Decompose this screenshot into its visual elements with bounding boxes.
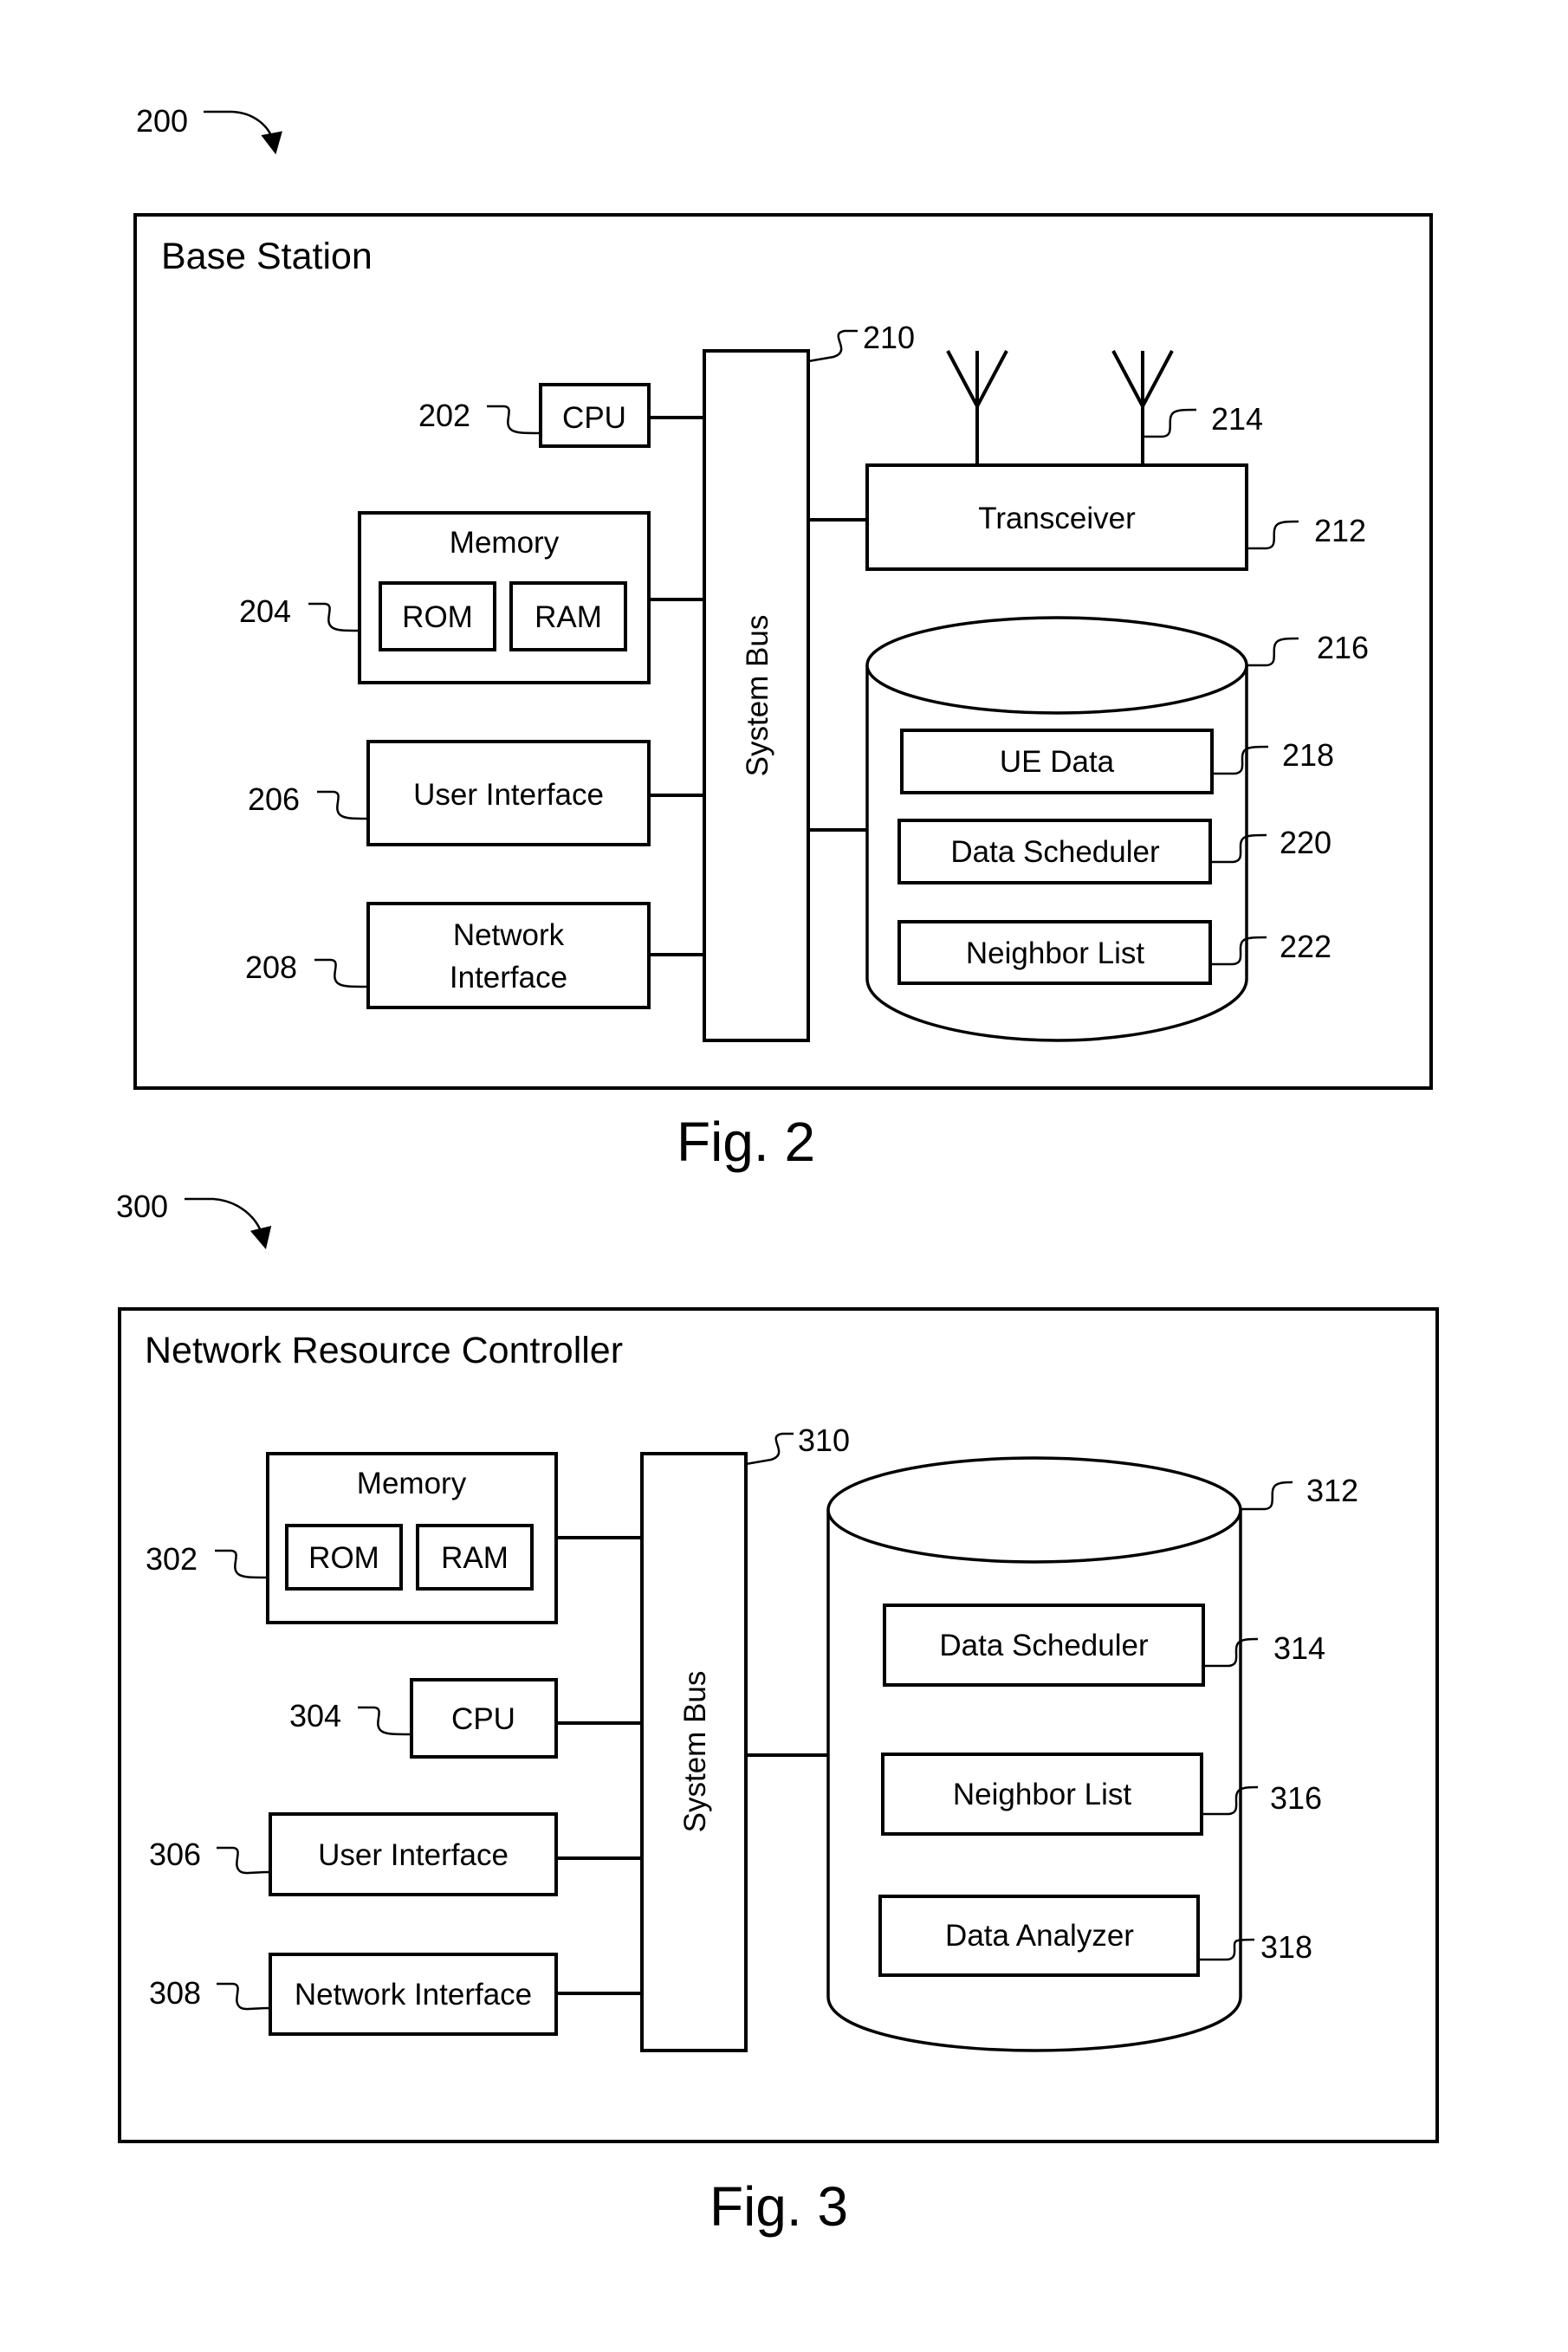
fig3-data-analyzer-label: Data Analyzer [945,1919,1134,1953]
fig3-user-interface-label: User Interface [318,1838,509,1872]
fig3-system-bus-label: System Bus [678,1671,712,1833]
fig3-data-scheduler-ref: 314 [1273,1630,1325,1666]
fig3-memory-ref: 302 [146,1541,198,1577]
fig2-ue-data-ref: 218 [1282,737,1334,773]
fig2-ref-arrow-icon [204,110,282,155]
figure-2: 200 Base Station System Bus 210 CPU 202 … [133,103,1433,1173]
fig2-transceiver-label: Transceiver [978,502,1136,535]
fig2-antenna-ref: 214 [1211,401,1263,437]
fig2-data-scheduler-ref: 220 [1280,825,1332,860]
fig3-cpu-label: CPU [451,1702,515,1736]
fig2-system-bus-label: System Bus [741,615,774,777]
base-station-title: Base Station [161,236,373,277]
fig2-cpu-label: CPU [562,401,626,435]
fig3-storage-ref: 312 [1306,1473,1358,1508]
fig3-ref-label: 300 [116,1189,168,1224]
fig2-caption: Fig. 2 [677,1111,815,1173]
fig2-ue-data-label: UE Data [1000,745,1115,779]
fig2-ram-label: RAM [535,600,602,634]
fig3-cpu-ref: 304 [289,1698,341,1733]
fig2-rom-label: ROM [402,600,473,634]
fig2-memory-label: Memory [450,526,560,560]
fig2-ui-ref: 206 [248,781,300,817]
fig2-data-scheduler-label: Data Scheduler [950,835,1160,869]
fig2-network-interface-label-line2: Interface [450,961,567,995]
fig3-neighbor-list-ref: 316 [1270,1780,1322,1816]
fig3-ref-arrow-icon [185,1197,272,1250]
fig3-neighbor-list-label: Neighbor List [953,1778,1131,1811]
fig2-storage-ref: 216 [1317,630,1369,665]
network-resource-controller-title: Network Resource Controller [145,1330,623,1371]
fig2-neighbor-list-ref: 222 [1280,929,1332,964]
fig3-rom-label: ROM [308,1541,379,1575]
fig3-data-analyzer-ref: 318 [1260,1929,1312,1965]
fig3-ni-ref: 308 [149,1975,201,2011]
fig3-ui-ref: 306 [149,1837,201,1872]
fig2-cpu-ref: 202 [418,398,470,433]
fig2-storage-cylinder-top [865,616,1248,715]
fig2-network-interface-label-line1: Network [453,918,565,952]
fig3-memory-label: Memory [357,1467,467,1500]
fig3-caption: Fig. 3 [709,2175,848,2238]
figure-3: 300 Network Resource Controller System B… [116,1189,1439,2238]
fig2-transceiver-ref: 212 [1314,513,1366,548]
fig2-neighbor-list-label: Neighbor List [966,936,1144,970]
fig3-ram-label: RAM [441,1541,509,1575]
patent-figures: 200 Base Station System Bus 210 CPU 202 … [116,103,1439,2238]
fig2-ref-label: 200 [136,103,188,139]
fig2-ni-ref: 208 [245,949,297,985]
fig3-data-scheduler-label: Data Scheduler [939,1629,1149,1662]
fig2-memory-ref: 204 [239,593,291,629]
fig3-network-interface-label: Network Interface [295,1978,532,2012]
fig2-bus-ref: 210 [863,320,915,355]
fig2-user-interface-label: User Interface [413,778,604,812]
fig3-storage-cylinder-top [826,1456,1242,1564]
fig3-bus-ref: 310 [798,1422,850,1458]
